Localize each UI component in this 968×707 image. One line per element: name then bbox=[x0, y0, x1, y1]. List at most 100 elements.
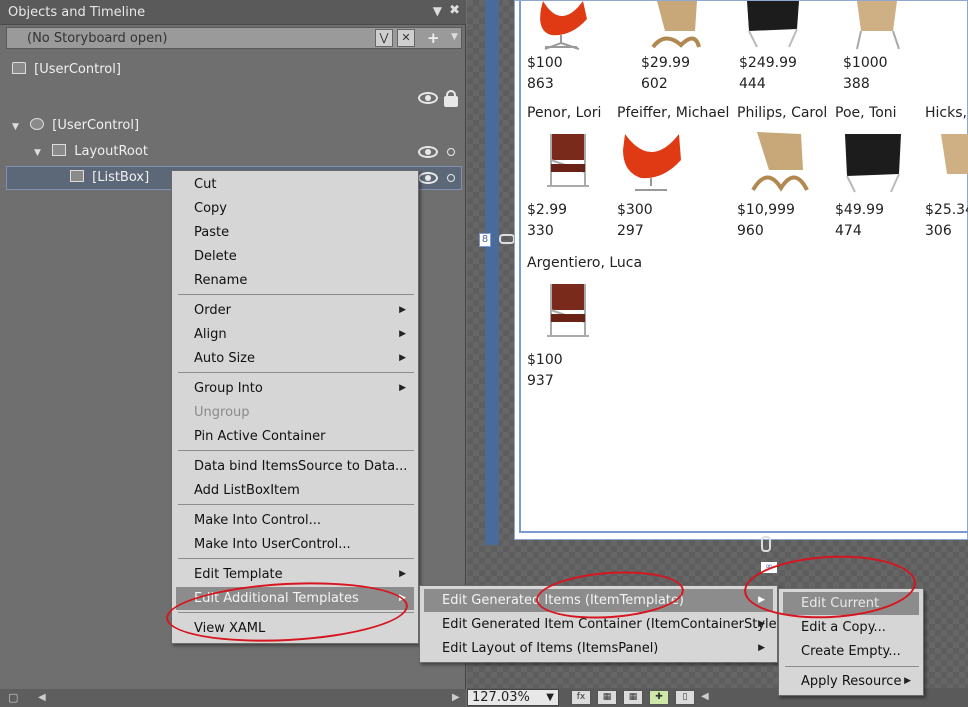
menu-item-make-into-control[interactable]: Make Into Control... bbox=[176, 509, 414, 532]
scope-root-row[interactable]: [UserControl] bbox=[12, 60, 121, 80]
new-storyboard-icon[interactable]: + bbox=[427, 29, 440, 47]
artboard: $100 863 $29.99 602 $249.99 444 $1000 388 Pe… bbox=[514, 0, 968, 540]
list-item[interactable]: Penor, Lori $2.99 330 bbox=[527, 103, 601, 242]
menu-item-make-into-usercontrol[interactable]: Make Into UserControl... bbox=[176, 533, 414, 556]
chevron-down-icon[interactable]: ▼ bbox=[546, 690, 554, 705]
menu-item-edit-layout-of-items[interactable]: Edit Layout of Items (ItemsPanel) ▶ bbox=[424, 637, 773, 660]
menu-item-apply-resource[interactable]: Apply Resource ▶ bbox=[783, 670, 919, 693]
chair-image bbox=[845, 134, 901, 193]
listbox-icon bbox=[70, 170, 84, 182]
expand-storyboard-icon[interactable]: ⋁ bbox=[375, 29, 393, 47]
effects-icon[interactable]: fx bbox=[571, 690, 591, 705]
eye-icon[interactable] bbox=[418, 146, 438, 158]
list-item[interactable]: $249.99 444 bbox=[739, 53, 797, 95]
panel-title: Objects and Timeline bbox=[8, 5, 146, 20]
list-item[interactable]: Pfeiffer, Michael $300 297 bbox=[617, 103, 729, 242]
eye-icon[interactable] bbox=[418, 172, 438, 184]
menu-separator bbox=[178, 504, 414, 505]
menu-item-auto-size[interactable]: Auto Size ▶ bbox=[176, 347, 414, 370]
snap-grid-icon[interactable]: ▦ bbox=[623, 690, 643, 705]
grid-icon[interactable]: ▦ bbox=[597, 690, 617, 705]
design-surface-edge bbox=[485, 0, 499, 545]
list-item[interactable]: $29.99 602 bbox=[641, 53, 690, 95]
submenu-arrow-icon: ▶ bbox=[399, 305, 406, 315]
submenu-arrow-icon: ▶ bbox=[758, 619, 765, 629]
chair-image bbox=[751, 132, 809, 192]
chevron-down-icon[interactable]: ▼ bbox=[451, 32, 458, 42]
chair-image bbox=[651, 1, 701, 49]
annotations-icon[interactable]: ▯ bbox=[675, 690, 695, 705]
link-icon[interactable] bbox=[761, 536, 771, 552]
snap-lines-icon[interactable]: ✚ bbox=[649, 690, 669, 705]
tree-item-label: LayoutRoot bbox=[74, 144, 148, 159]
scroll-left-icon[interactable]: ◀ bbox=[701, 691, 709, 702]
storyboard-label: (No Storyboard open) bbox=[27, 31, 168, 46]
usercontrol-scope-icon bbox=[12, 62, 26, 74]
zoom-field[interactable]: 127.03% ▼ bbox=[467, 689, 559, 706]
menu-item-ungroup[interactable]: Ungroup bbox=[176, 401, 414, 424]
scroll-left-icon[interactable]: ◀ bbox=[38, 692, 46, 703]
menu-item-delete[interactable]: Delete bbox=[176, 245, 414, 268]
zoom-value: 127.03% bbox=[472, 690, 530, 705]
storyboard-picker[interactable]: (No Storyboard open) ⋁ ✕ + ▼ bbox=[6, 27, 462, 49]
menu-separator bbox=[178, 450, 414, 451]
list-item[interactable]: Argentiero, Luca $100 937 bbox=[527, 253, 642, 392]
chair-image bbox=[747, 1, 799, 48]
chair-image bbox=[856, 1, 900, 50]
chair-image bbox=[941, 134, 968, 174]
chair-image bbox=[547, 134, 589, 187]
chair-image bbox=[547, 284, 589, 337]
tree-item-label: [UserControl] bbox=[52, 118, 140, 133]
close-icon[interactable]: ✖ bbox=[449, 3, 460, 18]
list-item[interactable]: Poe, Toni $49.99 474 bbox=[835, 103, 905, 242]
submenu-arrow-icon: ▶ bbox=[399, 353, 406, 363]
menu-item-pin-active-container[interactable]: Pin Active Container bbox=[176, 425, 414, 448]
menu-item-order[interactable]: Order ▶ bbox=[176, 299, 414, 322]
toolbox-icon[interactable]: ▢ bbox=[8, 691, 18, 704]
chair-image bbox=[623, 134, 681, 191]
grid-ruler-marker[interactable]: 8 bbox=[479, 233, 491, 247]
submenu-arrow-icon: ▶ bbox=[399, 569, 406, 579]
menu-item-align[interactable]: Align ▶ bbox=[176, 323, 414, 346]
pin-icon[interactable]: ▼ bbox=[433, 4, 442, 18]
menu-item-create-empty[interactable]: Create Empty... bbox=[783, 640, 919, 663]
grid-icon bbox=[52, 144, 67, 156]
menu-item-rename[interactable]: Rename bbox=[176, 269, 414, 292]
usercontrol-icon bbox=[30, 118, 45, 130]
scope-root-label: [UserControl] bbox=[34, 62, 121, 77]
panel-titlebar: Objects and Timeline ▼ ✖ bbox=[0, 0, 466, 25]
list-item[interactable]: Philips, Carol $10,999 960 bbox=[737, 103, 827, 242]
submenu-arrow-icon: ▶ bbox=[904, 676, 911, 686]
submenu-arrow-icon: ▶ bbox=[399, 329, 406, 339]
chair-image bbox=[540, 1, 587, 50]
eye-icon[interactable] bbox=[418, 92, 438, 104]
close-storyboard-icon[interactable]: ✕ bbox=[397, 29, 415, 47]
menu-separator bbox=[178, 558, 414, 559]
menu-separator bbox=[178, 294, 414, 295]
submenu-arrow-icon: ▶ bbox=[758, 643, 765, 653]
list-item[interactable]: $100 863 bbox=[527, 53, 563, 95]
menu-item-copy[interactable]: Copy bbox=[176, 197, 414, 220]
menu-item-cut[interactable]: Cut bbox=[176, 173, 414, 196]
menu-item-group-into[interactable]: Group Into ▶ bbox=[176, 377, 414, 400]
context-menu: Cut Copy Paste Delete Rename Order ▶ Alig… bbox=[171, 170, 419, 644]
expand-triangle-icon[interactable]: ▼ bbox=[12, 117, 26, 137]
panel-scrollbar[interactable]: ▢ ◀ ▶ bbox=[0, 689, 466, 707]
list-item[interactable]: Hicks, $25.34306 bbox=[925, 103, 968, 242]
tree-item-listbox[interactable]: [ListBox] bbox=[70, 168, 149, 188]
lock-toggle-dot-icon[interactable] bbox=[447, 174, 455, 182]
tree-item-usercontrol[interactable]: ▼ [UserControl] bbox=[12, 116, 139, 136]
lock-icon[interactable] bbox=[444, 90, 458, 107]
scroll-right-icon[interactable]: ▶ bbox=[452, 692, 460, 703]
menu-item-data-bind-itemssource[interactable]: Data bind ItemsSource to Data... bbox=[176, 455, 414, 478]
tree-item-layoutroot[interactable]: ▼ LayoutRoot bbox=[34, 142, 148, 162]
list-item[interactable]: $1000 388 bbox=[843, 53, 888, 95]
link-icon[interactable] bbox=[499, 234, 515, 244]
menu-separator bbox=[785, 666, 919, 667]
menu-item-paste[interactable]: Paste bbox=[176, 221, 414, 244]
listbox-content[interactable]: $100 863 $29.99 602 $249.99 444 $1000 388 Pe… bbox=[519, 1, 968, 533]
expand-triangle-icon[interactable]: ▼ bbox=[34, 143, 48, 163]
lock-toggle-dot-icon[interactable] bbox=[447, 148, 455, 156]
menu-item-edit-a-copy[interactable]: Edit a Copy... bbox=[783, 616, 919, 639]
menu-item-add-listboxitem[interactable]: Add ListBoxItem bbox=[176, 479, 414, 502]
